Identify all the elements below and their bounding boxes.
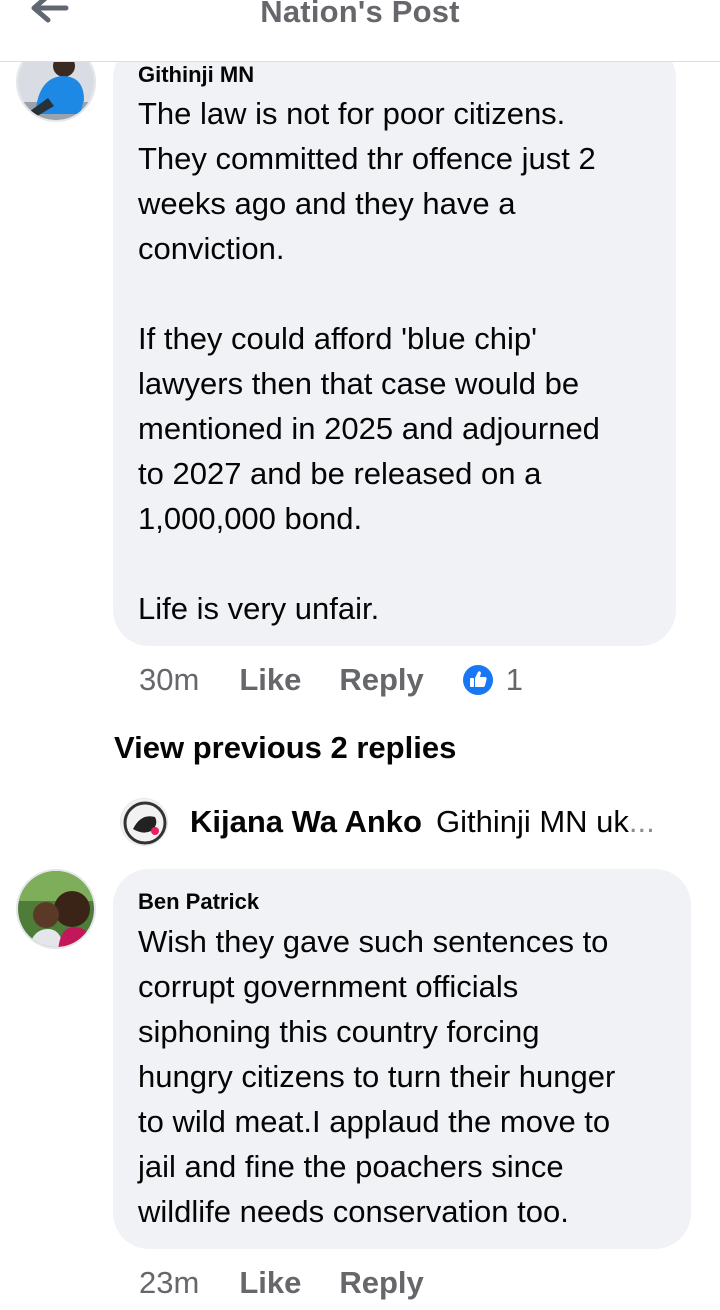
view-previous-replies-link[interactable]: View previous 2 replies — [114, 730, 456, 766]
like-button[interactable]: Like — [239, 662, 301, 698]
comment-timestamp: 30m — [139, 662, 200, 697]
app-header: Nation's Post — [0, 0, 720, 62]
page-title: Nation's Post — [260, 0, 460, 29]
comment-text: Wish they gave such sentences to corrupt… — [138, 924, 616, 1229]
thumbs-up-icon — [462, 665, 493, 695]
comment-author[interactable]: Ben Patrick — [138, 889, 259, 915]
comment-actions: 30m Like Reply 1 — [139, 662, 523, 698]
comment-author[interactable]: Githinji MN — [138, 62, 254, 88]
reply-button[interactable]: Reply — [339, 1265, 423, 1301]
reply-preview[interactable]: Kijana Wa Anko Githinji MN uk ... — [120, 796, 690, 848]
comment-actions: 23m Like Reply — [139, 1265, 462, 1301]
reply-ellipsis: ... — [628, 804, 655, 839]
like-button[interactable]: Like — [239, 1265, 301, 1301]
avatar-kijana[interactable] — [120, 798, 168, 846]
reply-author[interactable]: Kijana Wa Anko — [190, 804, 422, 840]
avatar-ben-patrick[interactable] — [16, 869, 96, 949]
reply-button[interactable]: Reply — [339, 662, 423, 698]
reaction-summary[interactable]: 1 — [462, 662, 523, 698]
comment-bubble-ben-patrick: Ben Patrick Wish they gave such sentence… — [113, 869, 691, 1249]
comment-timestamp: 23m — [139, 1265, 200, 1300]
comment-text: The law is not for poor citizens. They c… — [138, 96, 600, 626]
comment-bubble-githinji: Githinji MN The law is not for poor citi… — [113, 42, 676, 646]
reaction-count: 1 — [505, 662, 524, 697]
reply-text: Githinji MN uk — [435, 804, 629, 839]
